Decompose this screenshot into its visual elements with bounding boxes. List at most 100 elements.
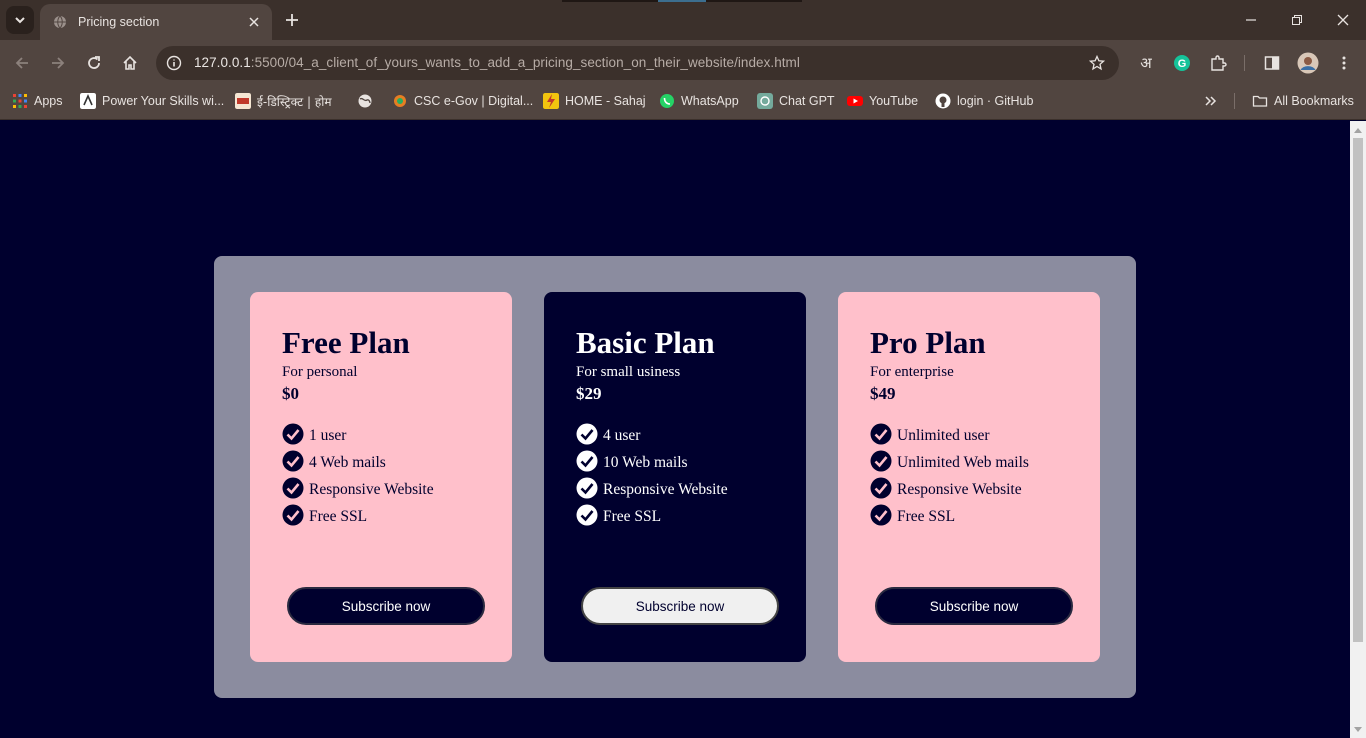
pricing-card-basic: Basic Plan For small usiness $29 4 user … xyxy=(544,292,806,662)
feature-text: Responsive Website xyxy=(603,481,728,498)
url-text[interactable]: 127.0.0.1:5500/04_a_client_of_yours_want… xyxy=(194,55,800,70)
bookmark-label: ई-डिस्ट्रिक्ट | होम xyxy=(257,94,332,109)
all-bookmarks-button[interactable]: All Bookmarks xyxy=(1252,91,1354,111)
extensions-puzzle-icon[interactable] xyxy=(1206,51,1230,75)
new-tab-button[interactable] xyxy=(280,8,304,32)
feature-item: 10 Web mails xyxy=(576,445,806,472)
feature-text: 4 Web mails xyxy=(309,454,386,471)
bookmark-star-icon[interactable] xyxy=(1086,52,1108,74)
edistrict-icon xyxy=(235,93,251,109)
bookmark-label: login · GitHub xyxy=(957,94,1034,108)
url-path: :5500/04_a_client_of_yours_wants_to_add_… xyxy=(250,55,800,70)
globe-favicon-icon xyxy=(52,14,68,30)
bookmark-label: Chat GPT xyxy=(779,94,835,108)
bookmark-youtube[interactable]: YouTube xyxy=(847,91,918,111)
feature-item: Responsive Website xyxy=(870,472,1100,499)
close-window-button[interactable] xyxy=(1331,8,1355,32)
check-circle-icon xyxy=(282,423,304,445)
check-circle-icon xyxy=(870,477,892,499)
feature-item: 1 user xyxy=(282,418,512,445)
side-panel-icon[interactable] xyxy=(1260,51,1284,75)
scrollbar-thumb[interactable] xyxy=(1353,138,1363,642)
svg-text:G: G xyxy=(1178,58,1187,70)
home-button[interactable] xyxy=(118,51,142,75)
plus-icon xyxy=(286,14,298,26)
home-icon xyxy=(123,55,137,70)
plan-price: $49 xyxy=(870,384,896,403)
restore-button[interactable] xyxy=(1285,8,1309,32)
pricing-card-free: Free Plan For personal $0 1 user 4 Web m… xyxy=(250,292,512,662)
bookmark-csc-egov[interactable]: CSC e-Gov | Digital... xyxy=(392,91,533,111)
feature-text: Unlimited Web mails xyxy=(897,454,1029,471)
bookmark-power-your-skills[interactable]: Power Your Skills wi... xyxy=(80,91,224,111)
globe-icon xyxy=(358,94,372,108)
check-circle-icon xyxy=(576,477,598,499)
feature-text: Responsive Website xyxy=(309,481,434,498)
back-arrow-icon xyxy=(15,57,28,69)
subscribe-button-free[interactable]: Subscribe now xyxy=(287,587,485,625)
feature-item: 4 user xyxy=(576,418,806,445)
check-circle-icon xyxy=(576,423,598,445)
feature-text: 10 Web mails xyxy=(603,454,688,471)
folder-icon xyxy=(1252,95,1268,107)
bookmark-github[interactable]: login · GitHub xyxy=(935,91,1033,111)
bookmark-edistrict[interactable]: ई-डिस्ट्रिक्ट | होम xyxy=(235,91,332,111)
back-button[interactable] xyxy=(10,51,34,75)
apps-grid-icon xyxy=(13,94,27,108)
feature-list: 1 user 4 Web mails Responsive Website Fr… xyxy=(282,418,512,526)
check-circle-icon xyxy=(870,504,892,526)
tab-pricing-section[interactable]: Pricing section xyxy=(40,4,272,40)
youtube-icon xyxy=(847,96,863,106)
tab-title: Pricing section xyxy=(78,15,160,29)
power-skills-icon xyxy=(80,93,96,109)
subscribe-button-basic[interactable]: Subscribe now xyxy=(581,587,779,625)
tab-close-icon[interactable] xyxy=(246,14,262,30)
feature-list: 4 user 10 Web mails Responsive Website F… xyxy=(576,418,806,526)
feature-text: Unlimited user xyxy=(897,427,990,444)
github-icon xyxy=(935,93,951,109)
hindi-input-extension-icon[interactable]: अ xyxy=(1134,51,1158,75)
more-bookmarks-button[interactable] xyxy=(1204,91,1218,111)
chatgpt-icon xyxy=(757,93,773,109)
check-circle-icon xyxy=(282,477,304,499)
bookmark-apps[interactable]: Apps xyxy=(12,91,63,111)
reload-button[interactable] xyxy=(82,51,106,75)
toolbar-separator xyxy=(1244,55,1245,71)
close-icon xyxy=(1337,14,1349,26)
plan-price: $29 xyxy=(576,384,602,403)
feature-item: Unlimited user xyxy=(870,418,1100,445)
check-circle-icon xyxy=(282,450,304,472)
bookmark-home-sahaj[interactable]: HOME - Sahaj xyxy=(543,91,646,111)
feature-item: Free SSL xyxy=(576,499,806,526)
restore-icon xyxy=(1292,15,1302,25)
scroll-up-arrow-icon[interactable] xyxy=(1352,124,1364,136)
tab-search-button[interactable] xyxy=(6,6,34,34)
bookmark-chatgpt[interactable]: Chat GPT xyxy=(757,91,835,111)
bookmark-label: Apps xyxy=(34,94,63,108)
bookmark-label: WhatsApp xyxy=(681,94,739,108)
forward-button[interactable] xyxy=(46,51,70,75)
scroll-down-arrow-icon[interactable] xyxy=(1352,724,1364,736)
minimize-button[interactable] xyxy=(1239,8,1263,32)
reload-icon xyxy=(88,56,100,69)
bookmark-whatsapp[interactable]: WhatsApp xyxy=(659,91,739,111)
plan-title: Pro Plan xyxy=(870,325,986,360)
feature-item: 4 Web mails xyxy=(282,445,512,472)
forward-arrow-icon xyxy=(52,57,65,69)
check-circle-icon xyxy=(576,504,598,526)
bookmark-globe[interactable] xyxy=(357,91,379,111)
feature-list: Unlimited user Unlimited Web mails Respo… xyxy=(870,418,1100,526)
check-circle-icon xyxy=(870,450,892,472)
sahaj-icon xyxy=(543,93,559,109)
check-circle-icon xyxy=(282,504,304,526)
url-host: 127.0.0.1 xyxy=(194,55,251,70)
profile-avatar[interactable] xyxy=(1296,51,1320,75)
csc-icon xyxy=(394,95,406,107)
plan-subtitle: For enterprise xyxy=(870,364,954,380)
site-info-icon[interactable] xyxy=(164,53,184,73)
grammarly-extension-icon[interactable]: G xyxy=(1170,51,1194,75)
subscribe-button-pro[interactable]: Subscribe now xyxy=(875,587,1073,625)
plan-title: Free Plan xyxy=(282,325,410,360)
browser-menu-icon[interactable] xyxy=(1332,51,1356,75)
pricing-card-pro: Pro Plan For enterprise $49 Unlimited us… xyxy=(838,292,1100,662)
